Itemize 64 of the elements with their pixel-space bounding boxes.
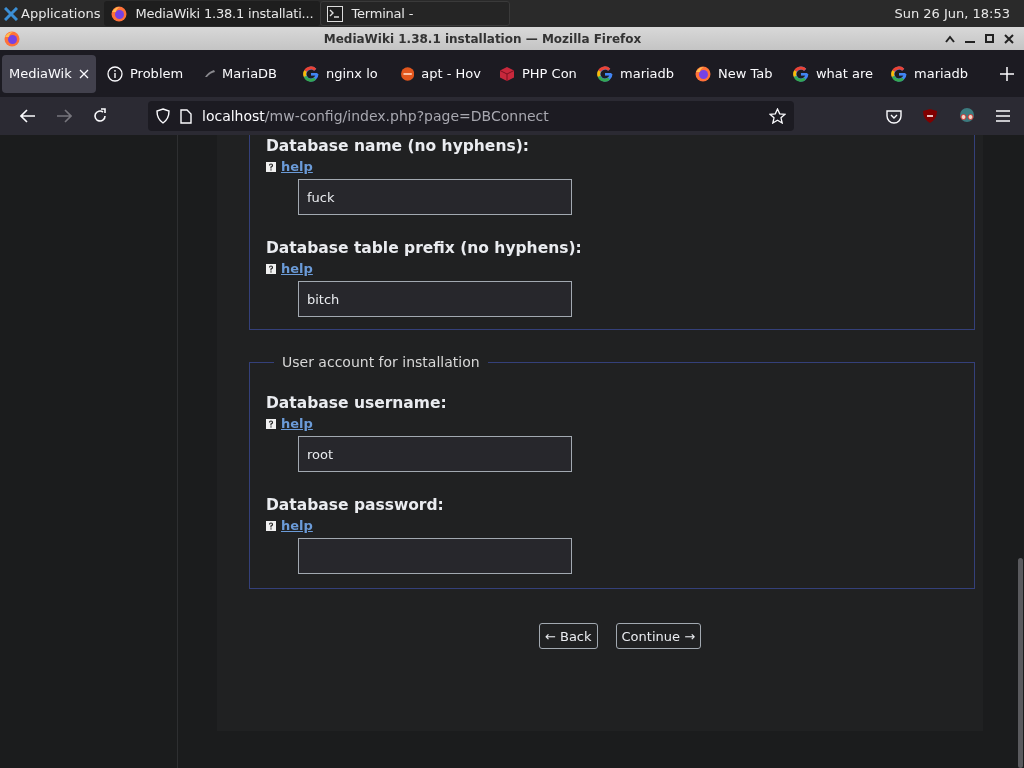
firefox-icon — [111, 5, 128, 22]
window-title: MediaWiki 1.38.1 installation — Mozilla Firefox — [322, 31, 643, 46]
browser-tab[interactable]: apt - Hov — [394, 54, 488, 93]
apps-menu-icon[interactable] — [4, 6, 18, 21]
applications-menu[interactable]: Applications — [21, 6, 101, 21]
browser-tab[interactable]: mariadb — [884, 54, 978, 93]
mask-icon[interactable] — [958, 108, 976, 124]
help-link[interactable]: help — [281, 518, 313, 533]
help-link[interactable]: help — [281, 159, 313, 174]
info-icon — [107, 65, 123, 82]
url-text: localhost/mw-config/index.php?page=DBConnect — [202, 108, 550, 124]
field-label: Database username: — [266, 394, 448, 412]
help-icon — [266, 161, 276, 172]
google-icon — [891, 65, 907, 82]
browser-tab[interactable]: mariadb — [590, 54, 684, 93]
address-bar[interactable]: localhost/mw-config/index.php?page=DBConnect — [148, 101, 794, 131]
browser-tab[interactable]: nginx lo — [296, 54, 390, 93]
continue-button[interactable]: Continue → — [615, 623, 702, 649]
taskbar-button[interactable]: Terminal - — [320, 1, 511, 26]
field-label: Database table prefix (no hyphens): — [266, 239, 583, 257]
star-icon[interactable] — [769, 108, 786, 124]
browser-tab[interactable]: MediaWik — [2, 54, 96, 93]
keep-above-icon[interactable] — [945, 34, 955, 43]
forward-icon[interactable] — [56, 109, 72, 123]
field-label: Database password: — [266, 496, 445, 514]
help-link[interactable]: help — [281, 261, 313, 276]
browser-tab[interactable]: New Tab — [688, 54, 782, 93]
google-icon — [303, 65, 319, 82]
task-title: MediaWiki 1.38.1 installati... — [135, 6, 314, 21]
text-field[interactable] — [298, 538, 572, 574]
shield-badge-icon[interactable] — [922, 108, 938, 124]
google-icon — [597, 65, 613, 82]
google-icon — [793, 65, 809, 82]
reload-icon[interactable] — [92, 108, 108, 124]
text-field[interactable]: root — [298, 436, 572, 472]
menu-icon[interactable] — [996, 110, 1010, 122]
task-title: Terminal - — [351, 6, 414, 21]
fieldset-legend: User account for installation — [274, 354, 488, 370]
cube-icon — [499, 65, 515, 82]
text-field[interactable]: fuck — [298, 179, 572, 215]
close-icon[interactable] — [1004, 33, 1014, 44]
browser-tab[interactable]: PHP Con — [492, 54, 586, 93]
page-icon[interactable] — [180, 108, 192, 124]
terminal-icon — [327, 5, 344, 22]
taskbar-button[interactable]: MediaWiki 1.38.1 installati... — [104, 1, 321, 26]
browser-tab[interactable]: MariaDB — [198, 54, 292, 93]
browser-tab[interactable]: what are — [786, 54, 880, 93]
help-icon — [266, 520, 276, 531]
maximize-icon[interactable] — [985, 34, 994, 43]
text-field[interactable]: bitch — [298, 281, 572, 317]
back-button[interactable]: ← Back — [538, 623, 598, 649]
help-icon — [266, 263, 276, 274]
shield-icon[interactable] — [156, 108, 170, 124]
field-label: Database name (no hyphens): — [266, 137, 530, 155]
help-link[interactable]: help — [281, 416, 313, 431]
browser-tab[interactable]: Problem — [100, 54, 194, 93]
firefox-icon — [695, 65, 711, 82]
pocket-icon[interactable] — [886, 108, 902, 124]
firefox-logo-icon — [4, 30, 20, 47]
help-icon — [266, 418, 276, 429]
new-tab-icon[interactable] — [1000, 66, 1014, 81]
back-icon[interactable] — [20, 109, 36, 123]
close-tab-icon[interactable] — [79, 68, 89, 79]
clock: Sun 26 Jun, 18:53 — [894, 6, 1011, 21]
